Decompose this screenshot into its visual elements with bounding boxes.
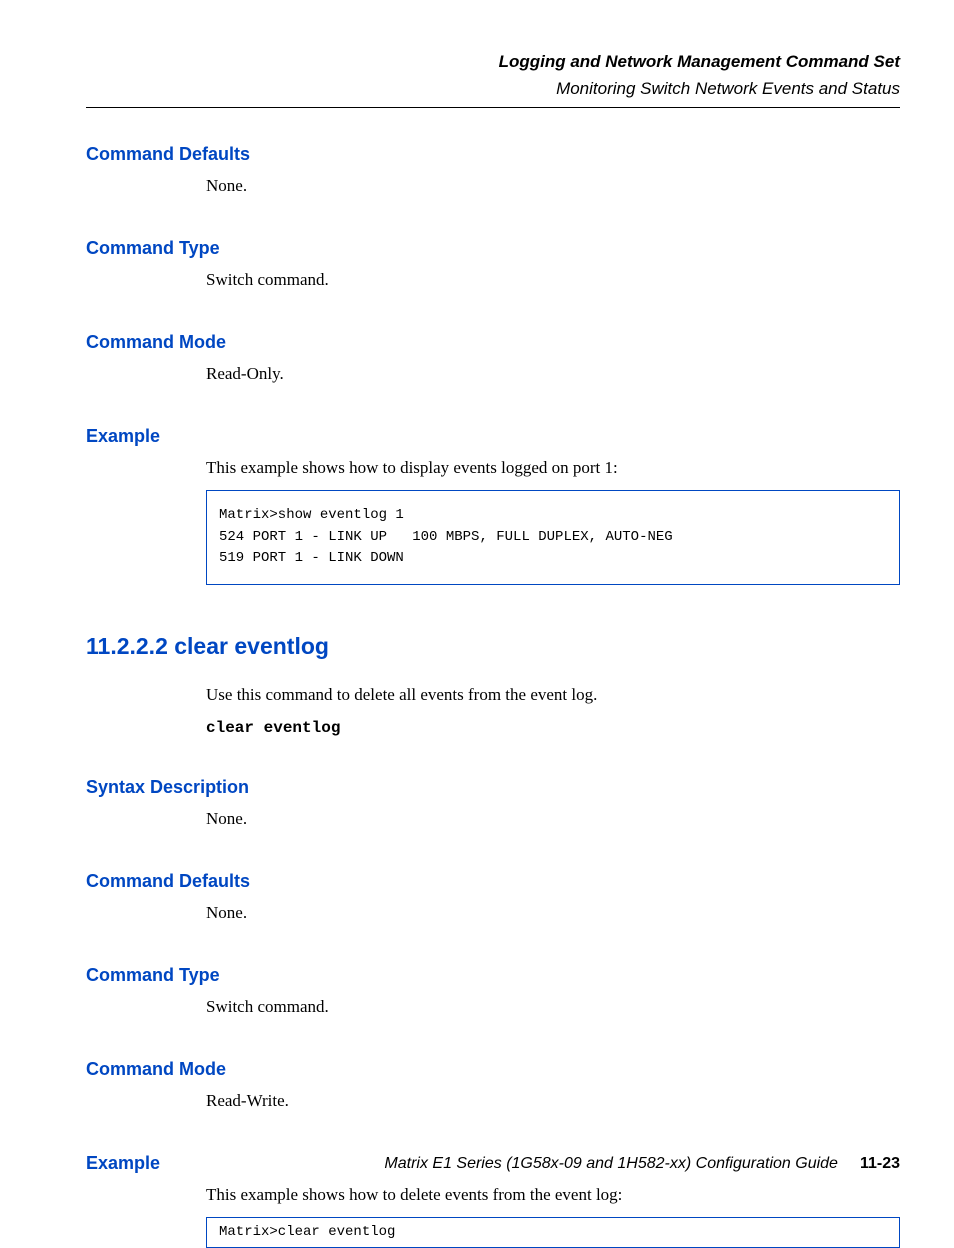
text-type-2: Switch command.	[206, 996, 900, 1019]
header-title: Logging and Network Management Command S…	[86, 50, 900, 75]
text-defaults-2: None.	[206, 902, 900, 925]
text-type: Switch command.	[206, 269, 900, 292]
heading-command-defaults: Command Defaults	[86, 144, 900, 165]
code-example-2: Matrix>clear eventlog	[206, 1217, 900, 1248]
heading-command-type-2: Command Type	[86, 965, 900, 986]
text-syntax: None.	[206, 808, 900, 831]
heading-example: Example	[86, 426, 900, 447]
heading-command-mode: Command Mode	[86, 332, 900, 353]
header-subtitle: Monitoring Switch Network Events and Sta…	[86, 77, 900, 102]
code-example: Matrix>show eventlog 1 524 PORT 1 - LINK…	[206, 490, 900, 585]
text-mode-2: Read-Write.	[206, 1090, 900, 1113]
text-defaults: None.	[206, 175, 900, 198]
text-intro: Use this command to delete all events fr…	[206, 684, 900, 707]
page-header: Logging and Network Management Command S…	[86, 50, 900, 108]
footer-guide-name: Matrix E1 Series (1G58x-09 and 1H582-xx)…	[384, 1155, 838, 1173]
heading-syntax-description: Syntax Description	[86, 777, 900, 798]
text-mode: Read-Only.	[206, 363, 900, 386]
heading-command-mode-2: Command Mode	[86, 1059, 900, 1080]
heading-command-type: Command Type	[86, 238, 900, 259]
command-syntax: clear eventlog	[206, 719, 900, 737]
page-footer: Matrix E1 Series (1G58x-09 and 1H582-xx)…	[384, 1155, 900, 1173]
section-title-clear-eventlog: 11.2.2.2 clear eventlog	[86, 633, 900, 660]
text-example: This example shows how to display events…	[206, 457, 900, 480]
heading-command-defaults-2: Command Defaults	[86, 871, 900, 892]
text-example-2: This example shows how to delete events …	[206, 1184, 900, 1207]
footer-page-number: 11-23	[860, 1155, 900, 1173]
